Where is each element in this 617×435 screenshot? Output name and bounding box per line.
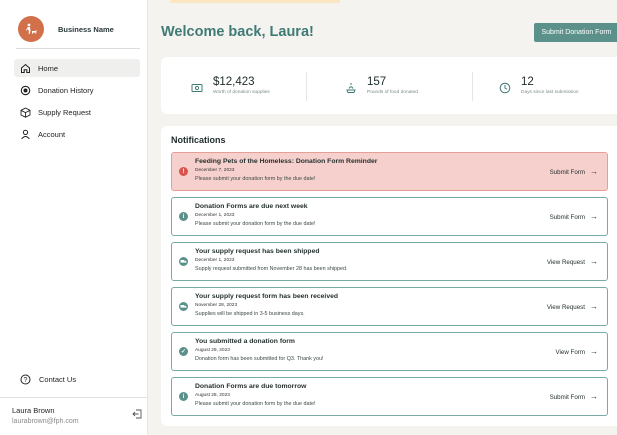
arrow-right-icon: → — [590, 392, 598, 401]
stat-value: $12,423 — [213, 76, 255, 88]
user-email: laurabrown@fph.com — [12, 418, 79, 425]
divider — [0, 397, 148, 398]
sidebar-item-donation-history[interactable]: Donation History — [14, 81, 140, 99]
notification-card: i Donation Forms are due tomorrow August… — [171, 377, 608, 416]
home-icon — [20, 63, 31, 74]
sidebar-item-account[interactable]: Account — [14, 125, 140, 143]
sidebar-item-home[interactable]: Home — [14, 59, 140, 77]
view-request-link[interactable]: View Request → — [547, 303, 598, 311]
submit-donation-form-button[interactable]: Submit Donation Form — [534, 23, 617, 42]
view-form-link[interactable]: View Form → — [556, 348, 598, 356]
notification-title: Your supply request form has been receiv… — [195, 293, 339, 300]
notification-message: Please submit your donation form by the … — [195, 176, 316, 182]
money-icon — [191, 81, 203, 93]
notification-title: Donation Forms are due tomorrow — [195, 383, 307, 390]
notification-date: December 1, 2023 — [195, 258, 235, 263]
stat-value: 12 — [521, 76, 534, 88]
arrow-right-icon: → — [590, 257, 598, 266]
notification-card: Your supply request has been shipped Dec… — [171, 242, 608, 281]
stats-panel: $12,423 Worth of donation supplies 157 P… — [161, 57, 617, 114]
notification-card: ! Feeding Pets of the Homeless: Donation… — [171, 152, 608, 191]
user-name: Laura Brown — [12, 406, 55, 415]
alert-icon: ! — [179, 167, 188, 176]
stat-label: Worth of donation supplies — [213, 90, 270, 95]
stat-label: Days since last submission — [521, 90, 579, 95]
action-label: Submit Form — [549, 213, 585, 221]
page-title: Welcome back, Laura! — [161, 24, 314, 40]
clock-icon — [499, 81, 511, 94]
notification-date: November 28, 2023 — [195, 303, 238, 308]
sidebar-item-label: Supply Request — [38, 107, 91, 117]
view-request-link[interactable]: View Request → — [547, 258, 598, 266]
business-name: Business Name — [58, 24, 114, 34]
notification-message: Donation form has been submitted for Q3.… — [195, 356, 324, 362]
notifications-panel: Notifications ! Feeding Pets of the Home… — [161, 126, 617, 426]
notification-title: Feeding Pets of the Homeless: Donation F… — [195, 158, 378, 165]
history-icon — [20, 85, 31, 96]
truck-icon — [179, 302, 188, 311]
notification-card: ✓ You submitted a donation form August 2… — [171, 332, 608, 371]
submit-form-link[interactable]: Submit Form → — [550, 393, 598, 401]
stat-value: 157 — [367, 76, 387, 88]
arrow-right-icon: → — [590, 167, 598, 176]
logout-icon[interactable] — [132, 406, 142, 419]
notification-title: You submitted a donation form — [195, 338, 295, 345]
action-label: View Request — [546, 303, 585, 311]
notification-message: Please submit your donation form by the … — [195, 221, 316, 227]
contact-us-label: Contact Us — [39, 375, 77, 384]
notification-date: August 29, 2023 — [195, 348, 230, 353]
notification-message: Supplies will be shipped in 3-5 business… — [195, 311, 305, 317]
sidebar-item-supply-request[interactable]: Supply Request — [14, 103, 140, 121]
divider — [306, 72, 307, 101]
notification-card: i Donation Forms are due next week Decem… — [171, 197, 608, 236]
help-icon: ? — [20, 374, 31, 385]
submit-form-link[interactable]: Submit Form → — [550, 213, 598, 221]
sidebar-item-label: Donation History — [38, 85, 94, 95]
action-label: View Form — [555, 348, 585, 356]
arrow-right-icon: → — [590, 302, 598, 311]
pet-person-icon — [25, 23, 37, 34]
truck-icon — [179, 257, 188, 266]
sidebar-nav: Home Donation History Supply Request Acc… — [14, 59, 140, 147]
stat-donation-worth: $12,423 Worth of donation supplies — [191, 76, 270, 95]
user-icon — [20, 129, 31, 140]
info-icon: i — [179, 392, 188, 401]
brand[interactable]: Business Name — [18, 16, 114, 42]
notification-message: Supply request submitted from November 2… — [195, 266, 348, 272]
sidebar-item-label: Home — [38, 63, 59, 73]
action-label: Submit Form — [549, 393, 585, 401]
notification-date: December 7, 2023 — [195, 168, 235, 173]
notification-message: Please submit your donation form by the … — [195, 401, 316, 407]
contact-us-link[interactable]: ? Contact Us — [20, 374, 76, 385]
sidebar-item-label: Account — [38, 129, 66, 139]
notification-title: Your supply request has been shipped — [195, 248, 320, 255]
logo — [18, 16, 44, 42]
arrow-right-icon: → — [590, 212, 598, 221]
top-accent-strip — [170, 0, 340, 3]
action-label: Submit Form — [549, 168, 585, 176]
notifications-title: Notifications — [171, 135, 226, 145]
submit-form-link[interactable]: Submit Form → — [550, 168, 598, 176]
stat-label: Pounds of food donated — [367, 90, 418, 95]
notification-title: Donation Forms are due next week — [195, 203, 308, 210]
box-icon — [20, 106, 31, 118]
notification-date: December 1, 2023 — [195, 213, 235, 218]
divider — [16, 48, 140, 49]
divider — [472, 72, 473, 101]
arrow-right-icon: → — [590, 347, 598, 356]
sidebar: Business Name Home Donation History Supp… — [0, 0, 148, 435]
food-icon — [345, 81, 357, 93]
action-label: View Request — [546, 258, 585, 266]
info-icon: i — [179, 212, 188, 221]
check-icon: ✓ — [179, 347, 188, 356]
notification-card: Your supply request form has been receiv… — [171, 287, 608, 326]
svg-text:?: ? — [24, 377, 28, 384]
notification-date: August 28, 2023 — [195, 393, 230, 398]
stat-food-donated: 157 Pounds of food donated — [345, 76, 418, 95]
stat-days-since: 12 Days since last submission — [499, 76, 579, 95]
user-profile: Laura Brown laurabrown@fph.com — [12, 406, 142, 425]
